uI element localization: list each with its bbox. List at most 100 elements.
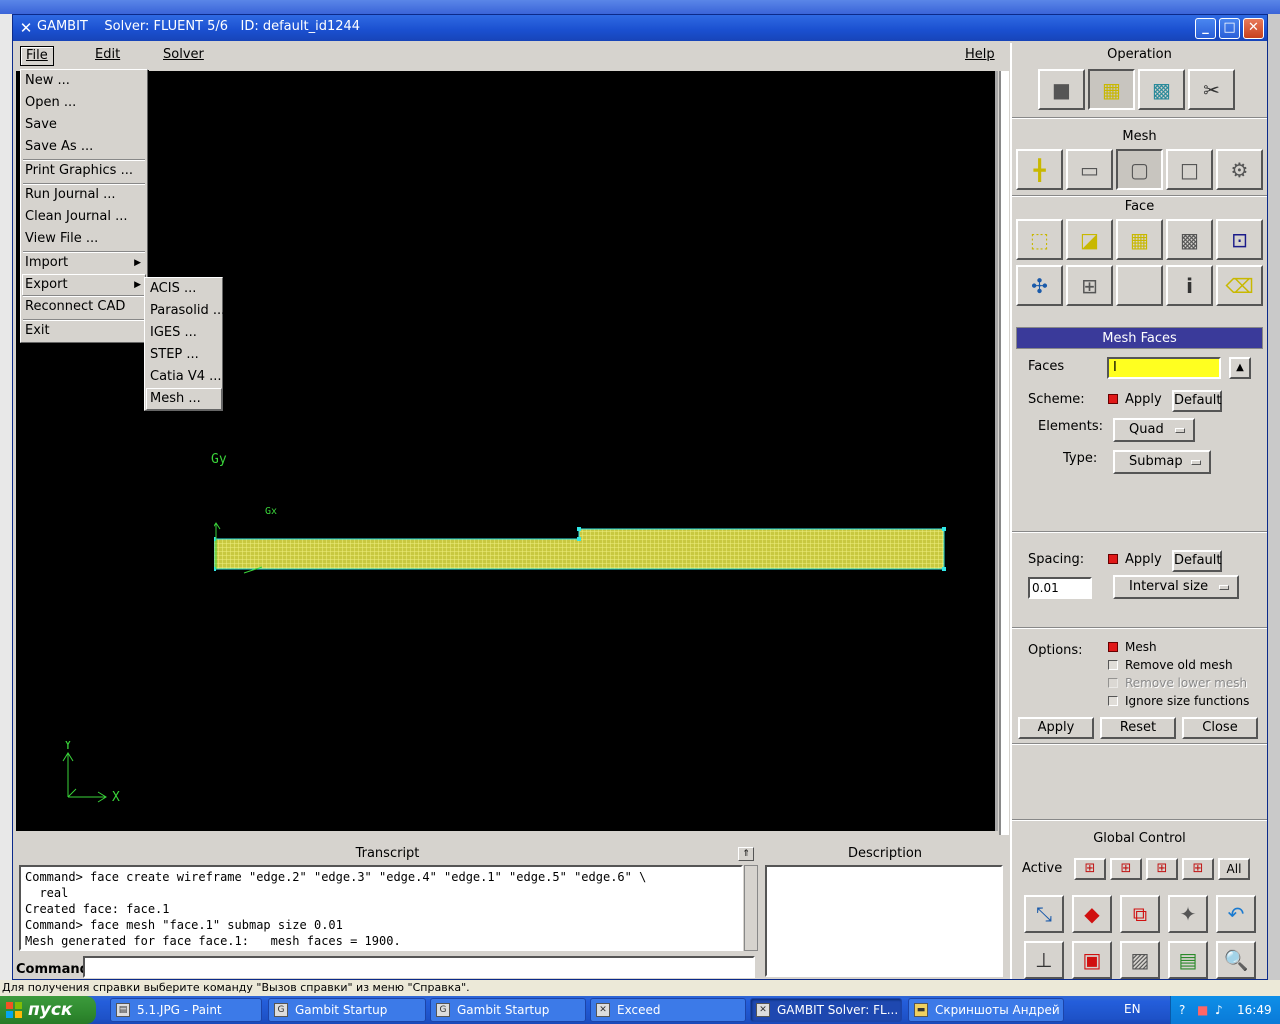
render-icon: ✦	[1179, 902, 1197, 926]
file-menu-save[interactable]: Save	[25, 115, 57, 135]
file-menu-new[interactable]: New ...	[25, 71, 70, 91]
check-faces-button[interactable]: ✣	[1016, 265, 1063, 306]
task-paint[interactable]: ▤ 5.1.JPG - Paint	[110, 998, 262, 1022]
active-viewport-4-button[interactable]: ⊞	[1182, 858, 1214, 880]
menu-file[interactable]: File	[20, 46, 54, 66]
language-indicator[interactable]: EN	[1124, 1002, 1141, 1016]
active-viewport-3-button[interactable]: ⊞	[1146, 858, 1178, 880]
geometry-tool-button[interactable]: ■	[1038, 69, 1085, 110]
smooth-icon: ▩	[1180, 227, 1199, 252]
task-gambit[interactable]: ✕ GAMBIT Solver: FL...	[750, 998, 902, 1022]
divider	[1012, 117, 1267, 119]
task-folder[interactable]: ▬ Скриншоты Андрей	[908, 998, 1064, 1022]
expand-transcript-icon[interactable]: ⇑	[738, 847, 754, 861]
face-mesh-properties-button[interactable]: ⊞	[1066, 265, 1113, 306]
mesh-faces-button[interactable]: ▦	[1116, 219, 1163, 260]
export-catia-v4[interactable]: Catia V4 ...	[150, 366, 222, 388]
task-gambit-startup-2[interactable]: G Gambit Startup	[430, 998, 586, 1022]
close-window-button[interactable]: ✕	[1243, 18, 1264, 39]
start-button[interactable]: пуск	[0, 996, 96, 1024]
file-menu-print-graphics[interactable]: Print Graphics ...	[25, 161, 133, 181]
volume-tray-icon[interactable]: ♪	[1215, 996, 1223, 1024]
spacing-mode-select[interactable]: Interval size	[1113, 575, 1239, 599]
apply-button[interactable]: Apply	[1018, 717, 1094, 739]
face-set-vertex-button[interactable]: ◪	[1066, 219, 1113, 260]
file-menu-open[interactable]: Open ...	[25, 93, 76, 113]
transcript-scrollbar[interactable]	[744, 865, 758, 951]
description-title: Description	[847, 846, 923, 861]
help-tray-icon[interactable]: ?	[1179, 996, 1185, 1024]
boundary-layer-button[interactable]: ╋	[1016, 149, 1063, 190]
scheme-default-button[interactable]: Default	[1172, 390, 1222, 412]
close-button[interactable]: Close	[1182, 717, 1258, 739]
export-parasolid[interactable]: Parasolid ...	[150, 300, 225, 322]
file-menu-exit[interactable]: Exit	[25, 321, 50, 341]
gambit-startup-icon: G	[436, 1003, 450, 1017]
shading-button[interactable]: ▨	[1120, 941, 1160, 979]
volume-mesh-button[interactable]: □	[1166, 149, 1213, 190]
modify-mesh-button[interactable]: ⊡	[1216, 219, 1263, 260]
menu-help[interactable]: Help	[960, 46, 1000, 66]
render-button[interactable]: ✦	[1168, 895, 1208, 933]
axes-button[interactable]: ⊥	[1024, 941, 1064, 979]
task-gambit-startup-1[interactable]: G Gambit Startup	[268, 998, 426, 1022]
export-acis[interactable]: ACIS ...	[150, 278, 196, 300]
elements-select[interactable]: Quad	[1113, 418, 1195, 442]
faces-pick-button[interactable]: ▲	[1229, 357, 1251, 379]
orient-model-button[interactable]: ⧉	[1120, 895, 1160, 933]
mesh-tool-button[interactable]: ▦	[1088, 69, 1135, 110]
minimize-button[interactable]: _	[1195, 18, 1216, 39]
file-menu-export[interactable]: Export ▶	[25, 275, 145, 295]
face-link-button[interactable]: ⬚	[1016, 219, 1063, 260]
tools-button[interactable]: ✂	[1188, 69, 1235, 110]
empty-button[interactable]	[1116, 265, 1163, 306]
title-bar[interactable]: ✕ GAMBIT Solver: FLUENT 5/6 ID: default_…	[13, 15, 1267, 41]
active-viewport-1-button[interactable]: ⊞	[1074, 858, 1106, 880]
faces-input[interactable]: I	[1107, 357, 1221, 379]
file-menu-view-file[interactable]: View File ...	[25, 229, 98, 249]
file-menu-clean-journal[interactable]: Clean Journal ...	[25, 207, 128, 227]
active-viewport-2-button[interactable]: ⊞	[1110, 858, 1142, 880]
maximize-button[interactable]: □	[1219, 18, 1240, 39]
type-select[interactable]: Submap	[1113, 450, 1211, 474]
group-mesh-button[interactable]: ⚙	[1216, 149, 1263, 190]
task-exceed[interactable]: ✕ Exceed	[590, 998, 746, 1022]
graphics-viewport[interactable]: Gy Gx Y X	[16, 71, 998, 831]
scheme-apply-checkbox[interactable]	[1108, 394, 1118, 404]
fit-icon: ⤡	[1036, 902, 1052, 926]
menu-edit[interactable]: Edit	[90, 46, 125, 66]
spacing-apply-label: Apply	[1125, 552, 1162, 567]
examine-mesh-button[interactable]: 🔍	[1216, 941, 1256, 979]
display-attributes-button[interactable]: ▣	[1072, 941, 1112, 979]
spacing-value-input[interactable]: 0.01	[1028, 577, 1092, 599]
export-mesh[interactable]: Mesh ...	[150, 388, 201, 410]
face-mesh-button[interactable]: ▢	[1116, 149, 1163, 190]
spacing-default-button[interactable]: Default	[1172, 550, 1222, 572]
zones-tool-button[interactable]: ▩	[1138, 69, 1185, 110]
file-menu-run-journal[interactable]: Run Journal ...	[25, 185, 116, 205]
active-all-button[interactable]: All	[1218, 858, 1250, 880]
color-mode-button[interactable]: ▤	[1168, 941, 1208, 979]
menu-solver[interactable]: Solver	[158, 46, 209, 66]
option-remove-lower-label: Remove lower mesh	[1125, 676, 1248, 690]
delete-mesh-button[interactable]: ⌫	[1216, 265, 1263, 306]
option-ignore-size-checkbox[interactable]	[1108, 696, 1118, 706]
file-menu-reconnect-cad[interactable]: Reconnect CAD	[25, 297, 125, 317]
undo-button[interactable]: ↶	[1216, 895, 1256, 933]
edge-mesh-button[interactable]: ▭	[1066, 149, 1113, 190]
spacing-apply-checkbox[interactable]	[1108, 554, 1118, 564]
smooth-faces-button[interactable]: ▩	[1166, 219, 1213, 260]
file-menu-import[interactable]: Import ▶	[25, 253, 145, 273]
file-menu-save-as[interactable]: Save As ...	[25, 137, 93, 157]
antivirus-tray-icon[interactable]: ■	[1197, 996, 1208, 1024]
fit-to-window-button[interactable]: ⤡	[1024, 895, 1064, 933]
command-input[interactable]	[83, 956, 755, 978]
export-step[interactable]: STEP ...	[150, 344, 199, 366]
option-remove-old-checkbox[interactable]	[1108, 660, 1118, 670]
group-icon: ⚙	[1230, 157, 1249, 182]
export-iges[interactable]: IGES ...	[150, 322, 197, 344]
summarize-button[interactable]: i	[1166, 265, 1213, 306]
select-pivot-button[interactable]: ◆	[1072, 895, 1112, 933]
reset-button[interactable]: Reset	[1100, 717, 1176, 739]
option-mesh-checkbox[interactable]	[1108, 642, 1118, 652]
